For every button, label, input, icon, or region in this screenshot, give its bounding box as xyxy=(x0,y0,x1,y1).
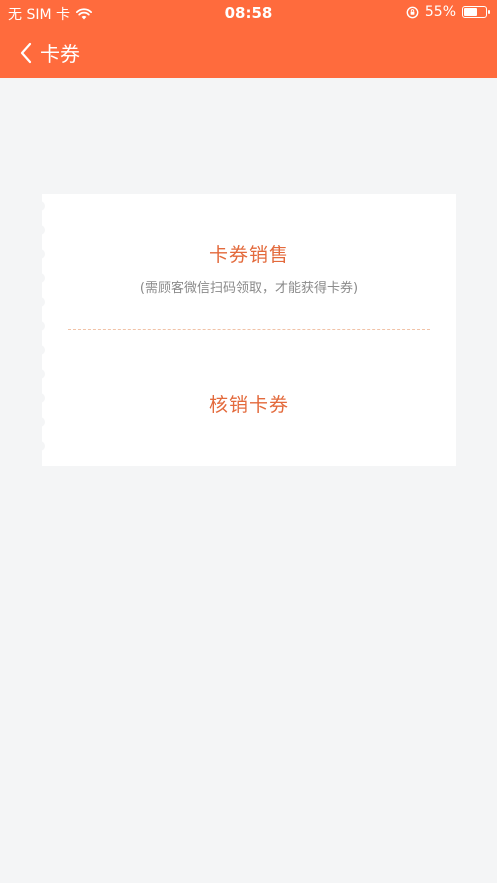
coupon-sale-button[interactable]: 卡券销售 (需顾客微信扫码领取，才能获得卡券) xyxy=(42,240,456,320)
orientation-lock-icon xyxy=(406,6,419,18)
coupon-sale-subtitle: (需顾客微信扫码领取，才能获得卡券) xyxy=(139,281,359,296)
verify-coupon-title: 核销卡券 xyxy=(208,394,289,416)
status-right: 55% xyxy=(406,4,490,20)
coupon-sale-title: 卡券销售 xyxy=(208,244,289,266)
app-header: 无 SIM 卡 08:58 55% 卡券 xyxy=(0,0,497,78)
battery-level xyxy=(464,8,477,16)
back-button[interactable]: 卡券 xyxy=(20,38,80,67)
page-title: 卡券 xyxy=(40,42,80,66)
coupon-card: 卡券销售 (需顾客微信扫码领取，才能获得卡券) 核销卡券 xyxy=(36,194,456,466)
status-bar: 无 SIM 卡 08:58 55% xyxy=(0,0,497,26)
nav-bar: 卡券 xyxy=(0,26,497,78)
battery-icon xyxy=(462,6,490,18)
dashed-divider xyxy=(68,329,430,330)
chevron-left-icon xyxy=(20,42,32,63)
verify-coupon-button[interactable]: 核销卡券 xyxy=(42,390,456,430)
battery-percent: 55% xyxy=(424,4,456,20)
